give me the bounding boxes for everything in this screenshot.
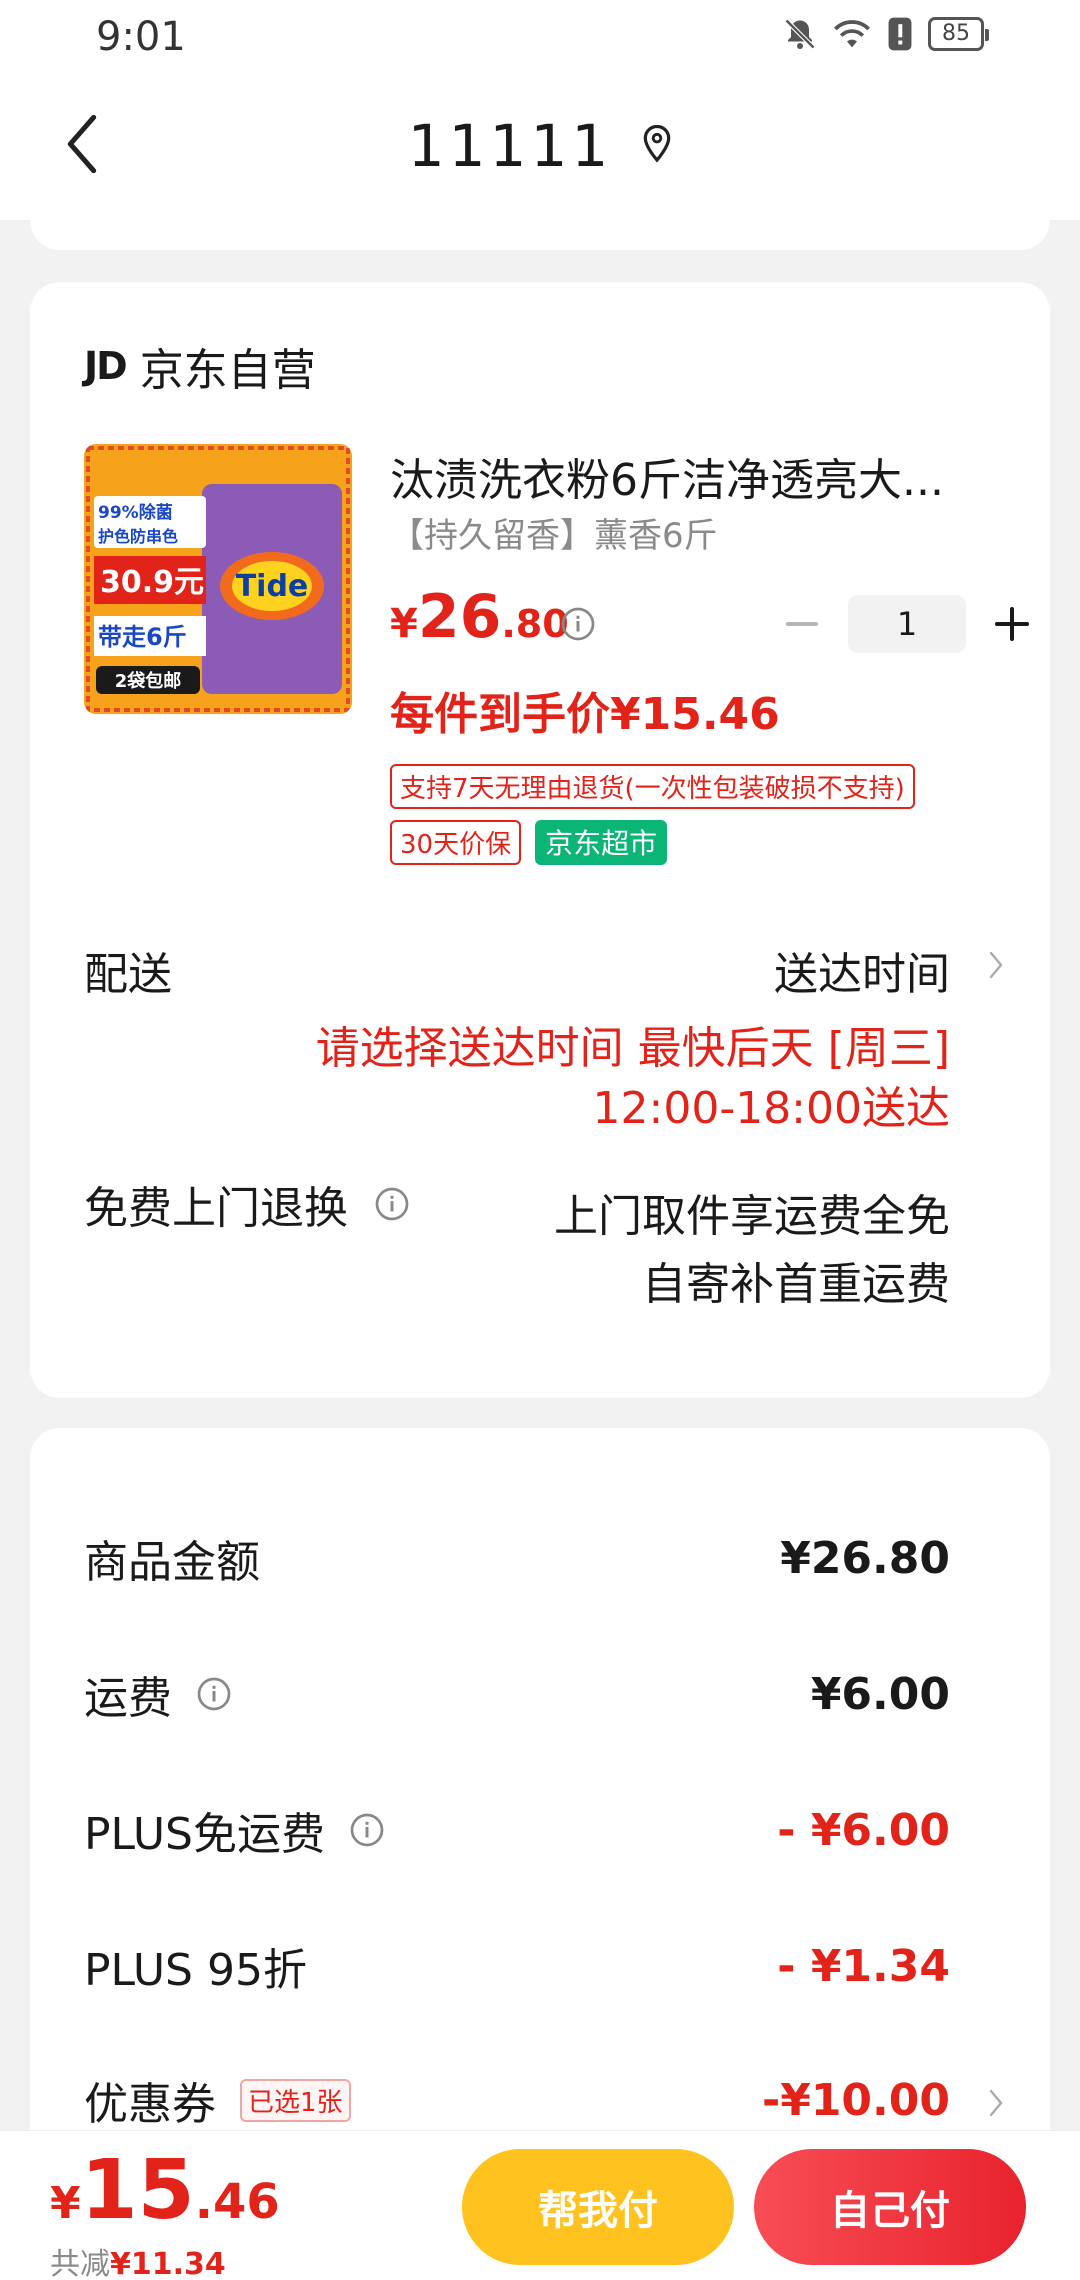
saved-label: 共减: [50, 2247, 110, 2280]
plus-free-shipping-row: PLUS免运费 - ¥6.00: [84, 1790, 950, 1870]
shipping-value: ¥6.00: [810, 1668, 950, 1720]
product-image[interactable]: Tide 99%除菌 护色防串色 30.9元 带走6斤 2袋包邮: [84, 444, 352, 714]
help-me-pay-button[interactable]: 帮我付: [462, 2149, 734, 2265]
product-card: JD 京东自营 Tide 99%除菌 护色防串色 30.9元 带走6斤 2袋包邮…: [30, 282, 1050, 1398]
svg-text:带走6斤: 带走6斤: [98, 623, 187, 651]
product-title[interactable]: 汰渍洗衣粉6斤洁净透亮大...: [390, 444, 1010, 508]
svg-text:30.9元: 30.9元: [100, 565, 204, 600]
coupon-label: 优惠券: [84, 2079, 216, 2130]
shipping-label-wrap: 运费: [84, 1662, 232, 1726]
status-bar: 9:01 85: [0, 0, 1080, 72]
plus-free-info-icon[interactable]: [349, 1812, 385, 1848]
jd-logo: JD: [84, 344, 128, 388]
wifi-icon: [832, 16, 872, 52]
bell-muted-icon: [782, 16, 818, 52]
total-integer: 15: [80, 2143, 195, 2238]
total-saved: 共减¥11.34: [50, 2239, 226, 2280]
free-return-row: 免费上门退换: [84, 1172, 410, 1236]
address-card-stub: [30, 190, 1050, 250]
store-tag: 京东超市: [535, 820, 668, 865]
location-pin-icon: [642, 124, 672, 167]
plus-free-label-wrap: PLUS免运费: [84, 1798, 385, 1862]
shop-row: JD 京东自营: [84, 334, 316, 398]
checkout-bar: ¥ 15 .46 共减¥11.34 帮我付 自己付: [0, 2130, 1080, 2280]
quantity-value[interactable]: 1: [848, 595, 966, 653]
plus-free-value: - ¥6.00: [777, 1804, 950, 1856]
coupon-chevron-right-icon[interactable]: [988, 2088, 1004, 2122]
total-decimal: .46: [194, 2174, 280, 2230]
coupon-value[interactable]: -¥10.00: [762, 2075, 950, 2126]
status-time: 9:01: [96, 14, 186, 60]
product-price: ¥ 26 .80: [390, 582, 569, 652]
quantity-stepper: 1: [770, 594, 1044, 654]
return-pickup-text: 上门取件享运费全免: [554, 1191, 950, 1242]
page-title: 11111: [407, 112, 613, 180]
delivery-hint[interactable]: 请选择送达时间 最快后天 [周三]: [316, 1012, 950, 1076]
shipping-label: 运费: [84, 1673, 172, 1724]
return-info-icon[interactable]: [374, 1186, 410, 1222]
decrease-button[interactable]: [770, 594, 834, 654]
goods-amount-value: ¥26.80: [780, 1532, 950, 1584]
total-yen: ¥: [50, 2178, 81, 2229]
shipping-info-icon[interactable]: [196, 1676, 232, 1712]
delivery-label: 配送: [84, 949, 172, 1000]
delivery-time-selector[interactable]: 送达时间: [774, 938, 950, 1002]
unit-price: 每件到手价¥15.46: [390, 689, 780, 740]
delivery-window[interactable]: 12:00-18:00送达: [593, 1072, 950, 1136]
svg-text:99%除菌: 99%除菌: [98, 502, 173, 523]
svg-text:2袋包邮: 2袋包邮: [115, 670, 182, 692]
shop-name: 京东自营: [139, 345, 316, 396]
coupon-selected-badge: 已选1张: [240, 2078, 351, 2122]
pay-myself-button[interactable]: 自己付: [754, 2149, 1026, 2265]
price-integer: 26: [417, 582, 502, 652]
price-yen: ¥: [390, 601, 418, 647]
return-policy-tag: 支持7天无理由退货(一次性包装破损不支持): [390, 764, 915, 809]
plus-discount-row: PLUS 95折 - ¥1.34: [84, 1926, 950, 2006]
price-decimal: .80: [501, 602, 569, 646]
product-tags: 30天价保 京东超市: [390, 820, 668, 865]
product-spec[interactable]: 【持久留香】薰香6斤: [390, 508, 718, 557]
price-protect-tag: 30天价保: [390, 820, 522, 865]
total-price: ¥ 15 .46: [50, 2143, 280, 2238]
battery-icon: 85: [928, 17, 989, 51]
saved-amount: ¥11.34: [110, 2247, 226, 2280]
coupon-row[interactable]: 优惠券 已选1张 -¥10.00: [84, 2060, 950, 2140]
coupon-label-wrap: 优惠券 已选1张: [84, 2068, 351, 2132]
shipping-row: 运费 ¥6.00: [84, 1654, 950, 1734]
free-return-label: 免费上门退换: [84, 1183, 348, 1234]
goods-amount-row: 商品金额 ¥26.80: [84, 1518, 950, 1598]
svg-text:护色防串色: 护色防串色: [98, 527, 178, 546]
increase-button[interactable]: [980, 594, 1044, 654]
nav-title-wrap[interactable]: 11111: [0, 112, 1080, 180]
goods-amount-label: 商品金额: [84, 1537, 260, 1588]
brand-text: Tide: [236, 569, 309, 604]
price-info-icon[interactable]: [560, 606, 596, 642]
alert-icon: [886, 16, 914, 52]
chevron-right-icon[interactable]: [988, 950, 1004, 984]
plus-free-label: PLUS免运费: [84, 1809, 325, 1860]
status-icons: 85: [782, 16, 989, 52]
return-self-send-text: 自寄补首重运费: [642, 1259, 950, 1310]
plus-discount-value: - ¥1.34: [777, 1940, 950, 1992]
plus-discount-label: PLUS 95折: [84, 1945, 307, 1996]
